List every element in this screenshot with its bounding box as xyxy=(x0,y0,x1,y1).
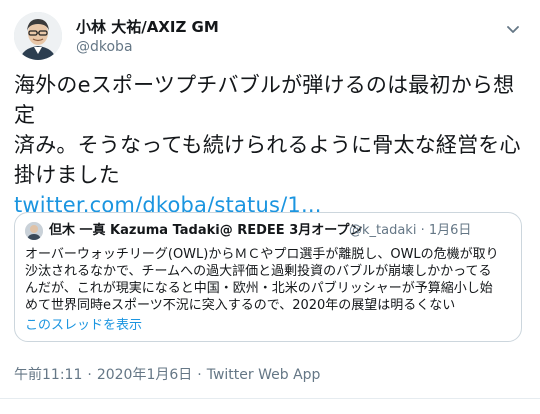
author-handle[interactable]: @dkoba xyxy=(76,38,219,56)
chevron-down-icon[interactable] xyxy=(504,20,522,38)
quoted-header: 但木 一真 Kazuma Tadaki@ REDEE 3月オープン @k_tad… xyxy=(25,222,515,242)
separator: · xyxy=(197,367,202,383)
tweet-text-line: 海外のeスポーツプチバブルが弾けるのは最初から想定 xyxy=(14,73,515,127)
quoted-tweet[interactable]: 但木 一真 Kazuma Tadaki@ REDEE 3月オープン @k_tad… xyxy=(14,212,522,342)
quoted-avatar xyxy=(25,222,43,240)
quoted-text-line: んだが、これが現実になると中国・欧州・北米のパブリッシャーが予算縮小し始 xyxy=(25,281,493,296)
quoted-date: 1月6日 xyxy=(428,223,472,238)
tweet-text-line: 済み。そうなっても続けられるように骨太な経営を心 xyxy=(14,133,521,157)
tweet-text-line: 掛けました xyxy=(14,163,120,187)
tweet-header: 小林 大祐/AXIZ GM @dkoba xyxy=(14,12,524,64)
quoted-text: オーバーウォッチリーグ(OWL)からＭＣやプロ選手が離脱し、OWLの危機が取り … xyxy=(25,246,513,314)
author-names: 小林 大祐/AXIZ GM @dkoba xyxy=(76,18,219,56)
quoted-display-name: 但木 一真 Kazuma Tadaki@ REDEE 3月オープン xyxy=(49,223,363,238)
quoted-text-line: 沙汰されるなかで、チームへの過大評価と過剰投資のバブルが崩壊しかかってる xyxy=(25,264,492,279)
show-thread-link[interactable]: このスレッドを表示 xyxy=(25,318,142,334)
quoted-handle: @k_tadaki xyxy=(349,223,417,238)
quoted-text-line: めて世界同時eスポーツ不況に突入するので、2020年の展望は明るくない xyxy=(25,298,456,313)
avatar-image xyxy=(14,12,62,60)
tweet-card: 小林 大祐/AXIZ GM @dkoba 海外のeスポーツプチバブルが弾けるのは… xyxy=(0,0,540,414)
tweet-time[interactable]: 午前11:11 xyxy=(14,367,82,383)
tweet-date[interactable]: 2020年1月6日 xyxy=(97,367,192,383)
tweet-source[interactable]: Twitter Web App xyxy=(207,367,321,383)
tweet-footer: 午前11:11 · 2020年1月6日 · Twitter Web App xyxy=(14,366,320,384)
separator: · xyxy=(87,367,92,383)
tweet-text: 海外のeスポーツプチバブルが弾けるのは最初から想定 済み。そうなっても続けられる… xyxy=(14,70,530,220)
quoted-text-line: オーバーウォッチリーグ(OWL)からＭＣやプロ選手が離脱し、OWLの危機が取り xyxy=(25,247,499,262)
divider xyxy=(0,398,540,399)
author-display-name[interactable]: 小林 大祐/AXIZ GM xyxy=(76,18,219,36)
quoted-meta: @k_tadaki · 1月6日 xyxy=(349,222,471,240)
separator: · xyxy=(420,223,425,238)
avatar[interactable] xyxy=(14,12,62,60)
